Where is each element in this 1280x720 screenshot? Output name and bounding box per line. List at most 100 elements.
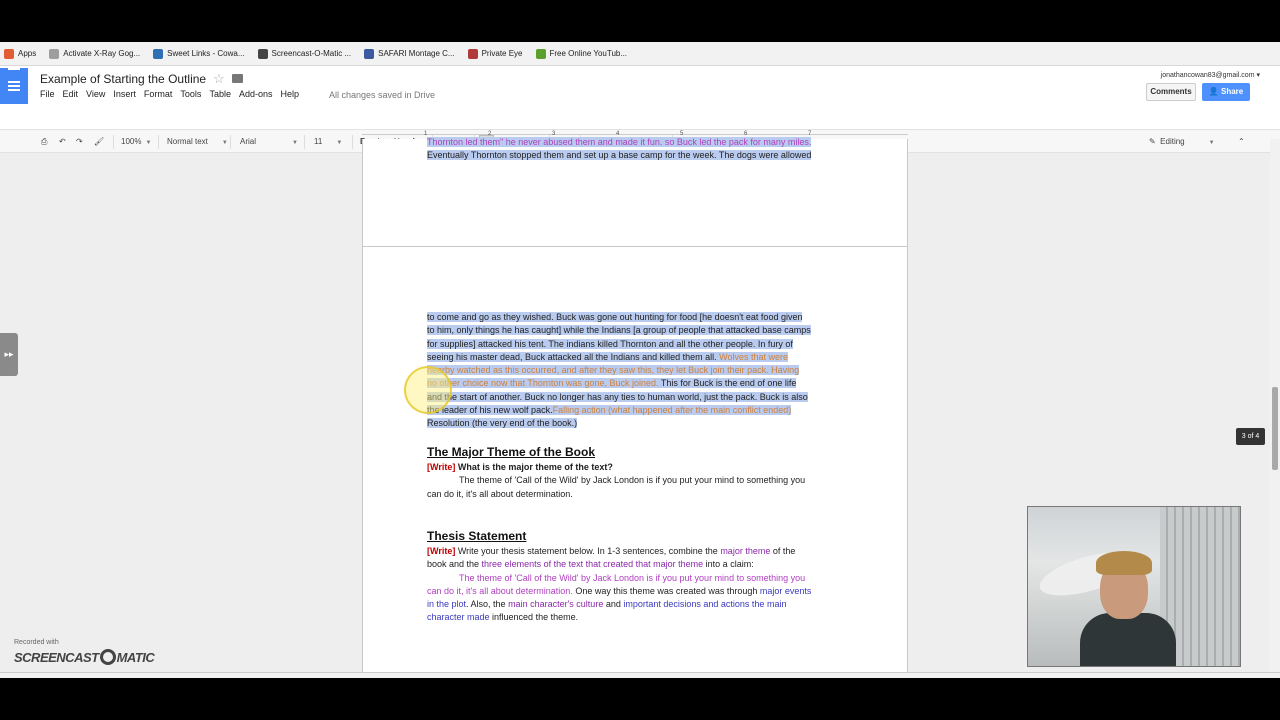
menu-format[interactable]: Format [144,89,173,99]
chevron-down-icon: ▼ [292,140,298,146]
text-run: important decisions and actions the main [623,599,787,610]
star-icon[interactable]: ☆ [213,71,225,87]
text-run: no other choice now that Thornton was go… [427,378,659,389]
logo-text: MATIC [116,650,155,665]
share-button[interactable]: 👤 Share [1202,83,1250,101]
text-run: Resolution (the very end of the book.) [427,418,578,429]
cursor-highlight [404,366,452,414]
text-run: can do it, it's all about determination. [427,585,573,596]
section-heading-theme[interactable]: The Major Theme of the Book [427,445,595,459]
toolbar-divider [113,135,114,149]
folder-icon[interactable] [232,74,243,83]
text-run: three elements of the text that created … [481,559,704,570]
menu-edit[interactable]: Edit [63,89,79,99]
bookmark-item[interactable]: Screencast-O-Matic ... [257,48,352,59]
editing-mode-select[interactable]: ✎ Editing ▼ [1149,135,1215,149]
print-icon[interactable]: ⎙ [41,135,47,149]
menu-table[interactable]: Table [209,89,231,99]
share-label: Share [1220,87,1244,96]
bookmark-item[interactable]: Free Online YouTub... [535,48,627,59]
chevron-down-icon: ▼ [221,140,228,146]
bookmark-item[interactable]: Apps [4,48,37,59]
bookmark-label: Screencast-O-Matic ... [271,49,352,58]
text-run: character made [427,612,490,623]
text-run: The theme of 'Call of the Wild' by Jack … [459,572,806,583]
write-label: [Write] [427,462,456,472]
text-run: Write your thesis statement below. In 1-… [455,546,721,556]
bookmark-item[interactable]: Activate X-Ray Gog... [49,48,140,59]
logo-o-icon [99,649,116,665]
text-line: Thornton led them" he never abused them … [427,137,812,147]
text-run: for supplies] attacked his tent. The ind… [427,338,793,349]
safari-montage-icon [364,48,375,59]
chevron-right-icon: ▸▸ [4,349,14,359]
paint-format-icon[interactable]: 🖌 [94,135,104,149]
section-heading-thesis[interactable]: Thesis Statement [427,529,526,543]
webcam-person-hair [1096,551,1152,575]
text-run: to come and go as they wished. Buck was … [427,312,803,322]
page-indicator: 3 of 4 [1236,428,1265,445]
font-size-select[interactable]: 11 ▼ [314,135,342,149]
menu-help[interactable]: Help [280,89,299,99]
browser-viewport: Apps Activate X-Ray Gog... Sweet Links - C… [0,42,1280,678]
text-run: of the [770,546,796,556]
bookmark-item[interactable]: Private Eye [467,48,523,59]
theme-answer: The theme of 'Call of the Wild' by Jack … [459,475,806,486]
status-strip [0,672,1280,678]
menu-tools[interactable]: Tools [180,89,201,99]
menu-view[interactable]: View [86,89,105,99]
menu-file[interactable]: File [40,89,55,99]
screencast-logo: SCREENCAST MATIC [14,649,155,665]
side-panel-toggle[interactable]: ▸▸ [0,333,18,376]
text-run: nearby watched as this occurred, and aft… [427,365,800,376]
leaf-icon [535,48,546,59]
text-run: influenced the theme. [489,612,579,623]
account-email[interactable]: jonathancowan83@gmail.com ▾ [1161,71,1260,79]
theme-section[interactable]: [Write] What is the major theme of the t… [427,461,845,501]
undo-icon[interactable]: ↶ [59,135,66,149]
docs-logo-icon[interactable] [0,68,28,104]
toolbar-divider [230,135,231,149]
menu-insert[interactable]: Insert [113,89,136,99]
text-run: major events [759,585,812,596]
comments-button[interactable]: Comments [1146,83,1196,101]
document-page[interactable]: to come and go as they wished. Buck was … [362,246,908,678]
paragraph[interactable]: Thornton led them" he never abused them … [427,136,845,163]
style-select[interactable]: Normal text ▼ [167,135,228,149]
watermark-caption: Recorded with [14,639,59,646]
redo-icon[interactable]: ↷ [76,135,83,149]
pencil-icon: ✎ [1149,137,1156,146]
document-title[interactable]: Example of Starting the Outline [40,72,206,86]
font-size-value: 11 [314,137,323,146]
chevron-down-icon: ▼ [145,140,152,146]
lock-icon: 👤 [1208,87,1219,96]
text-run: the leader of his new wolf pack. [427,405,553,416]
eye-icon [467,48,478,59]
bookmark-item[interactable]: Sweet Links - Cowa... [153,48,245,59]
text-run: to him, only things he has caught] while… [427,325,811,336]
account-email-label: jonathancowan83@gmail.com [1160,72,1255,79]
vertical-scrollbar[interactable] [1270,139,1280,678]
webcam-person-body [1080,613,1176,666]
save-status[interactable]: All changes saved in Drive [329,90,435,100]
weebly-icon [153,48,164,59]
text-run: Falling action (what happened after the … [552,405,792,416]
thesis-section[interactable]: [Write] Write your thesis statement belo… [427,545,845,625]
bookmark-item[interactable]: SAFARI Montage C... [364,48,455,59]
text-run: Wolves that were [719,351,789,362]
menu-addons[interactable]: Add-ons [239,89,273,99]
scrollbar-thumb[interactable] [1272,387,1278,470]
apps-grid-icon [4,48,14,59]
font-select[interactable]: Arial ▼ [240,135,298,149]
chevron-down-icon: ▼ [1208,140,1215,146]
bookmark-label: Apps [18,49,37,58]
font-value: Arial [240,137,257,146]
collapse-icon[interactable]: ⌃ [1238,135,1245,149]
selected-paragraph[interactable]: to come and go as they wished. Buck was … [427,311,845,431]
screencast-icon [257,48,268,59]
text-run: One way this theme was created was throu… [572,585,760,596]
editing-mode-label: Editing [1160,137,1185,146]
zoom-select[interactable]: 100% ▼ [121,135,151,149]
logo-text: SCREENCAST [14,650,99,665]
bookmark-label: Sweet Links - Cowa... [167,49,245,58]
